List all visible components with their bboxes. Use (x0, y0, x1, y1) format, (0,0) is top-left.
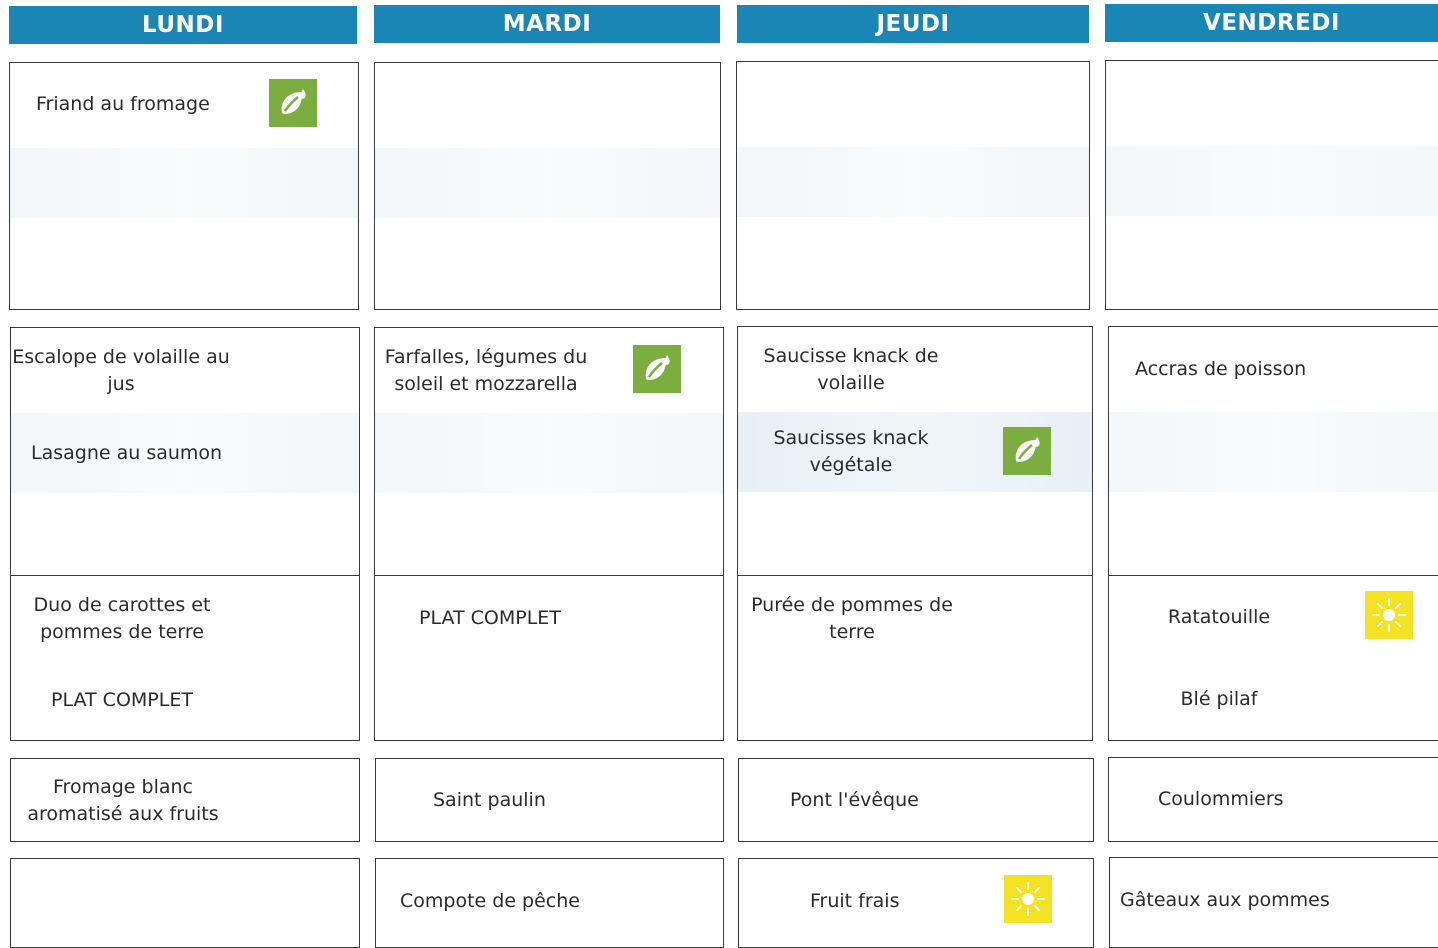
menu-item: Pont l'évêque (790, 789, 919, 811)
menu-cell-mardi-fromage: Saint paulin (375, 758, 724, 842)
menu-item: Saucisses knack (773, 427, 929, 449)
menu-item: Ratatouille (1167, 606, 1271, 628)
menu-item: Fruit frais (810, 890, 900, 912)
sun-icon (1004, 875, 1052, 923)
menu-cell-jeudi-entree (736, 61, 1090, 310)
menu-item: Accras de poisson (1135, 358, 1307, 380)
menu-cell-lundi-entree: Friand au fromage (9, 62, 359, 310)
menu-item: PLAT COMPLET (51, 689, 193, 711)
menu-item: terre (829, 621, 875, 643)
menu-item: Blé pilaf (1180, 688, 1258, 710)
sun-icon (1365, 591, 1413, 639)
menu-item: volaille (817, 372, 885, 394)
menu-item: aromatisé aux fruits (27, 803, 219, 825)
menu-item: PLAT COMPLET (419, 607, 561, 629)
menu-cell-jeudi-plat: Saucisse knack de volaille Saucisses kna… (737, 326, 1093, 741)
day-header-lundi: LUNDI (9, 6, 357, 44)
menu-cell-lundi-dessert (10, 858, 360, 948)
menu-item: Farfalles, légumes du (384, 346, 588, 368)
day-header-mardi: MARDI (374, 5, 720, 43)
menu-item: Lasagne au saumon (31, 442, 223, 464)
day-header-jeudi: JEUDI (737, 5, 1089, 43)
menu-item: Duo de carottes et (33, 594, 211, 616)
day-header-vendredi: VENDREDI (1105, 4, 1438, 42)
menu-item: Coulommiers (1158, 788, 1284, 810)
menu-cell-vendredi-plat: Accras de poisson Ratatouille Blé pilaf (1108, 326, 1438, 741)
leaf-icon (633, 345, 681, 393)
leaf-icon (1003, 427, 1051, 475)
menu-cell-vendredi-entree (1105, 60, 1438, 310)
menu-item: Escalope de volaille au (12, 346, 230, 368)
menu-cell-mardi-plat: Farfalles, légumes du soleil et mozzarel… (374, 327, 724, 741)
menu-cell-vendredi-fromage: Coulommiers (1108, 757, 1438, 842)
menu-item: soleil et mozzarella (394, 373, 578, 395)
menu-cell-mardi-dessert: Compote de pêche (375, 858, 724, 948)
menu-cell-mardi-entree (374, 62, 721, 310)
menu-item: Fromage blanc (53, 776, 193, 798)
menu-cell-lundi-fromage: Fromage blanc aromatisé aux fruits (10, 758, 360, 842)
menu-item: pommes de terre (40, 621, 204, 643)
menu-item: Saucisse knack de (763, 345, 939, 367)
menu-item: jus (107, 373, 135, 395)
menu-item: végétale (809, 454, 893, 476)
menu-cell-jeudi-dessert: Fruit frais (738, 858, 1094, 948)
menu-cell-lundi-plat: Escalope de volaille au jus Lasagne au s… (10, 327, 360, 741)
menu-item: Gâteaux aux pommes (1120, 889, 1330, 911)
menu-item: Compote de pêche (400, 890, 580, 912)
menu-item: Friand au fromage (36, 93, 210, 115)
menu-cell-jeudi-fromage: Pont l'évêque (738, 758, 1094, 842)
menu-item: Saint paulin (433, 789, 546, 811)
menu-item: Purée de pommes de (751, 594, 953, 616)
menu-cell-vendredi-dessert: Gâteaux aux pommes (1109, 857, 1438, 948)
leaf-icon (269, 79, 317, 127)
